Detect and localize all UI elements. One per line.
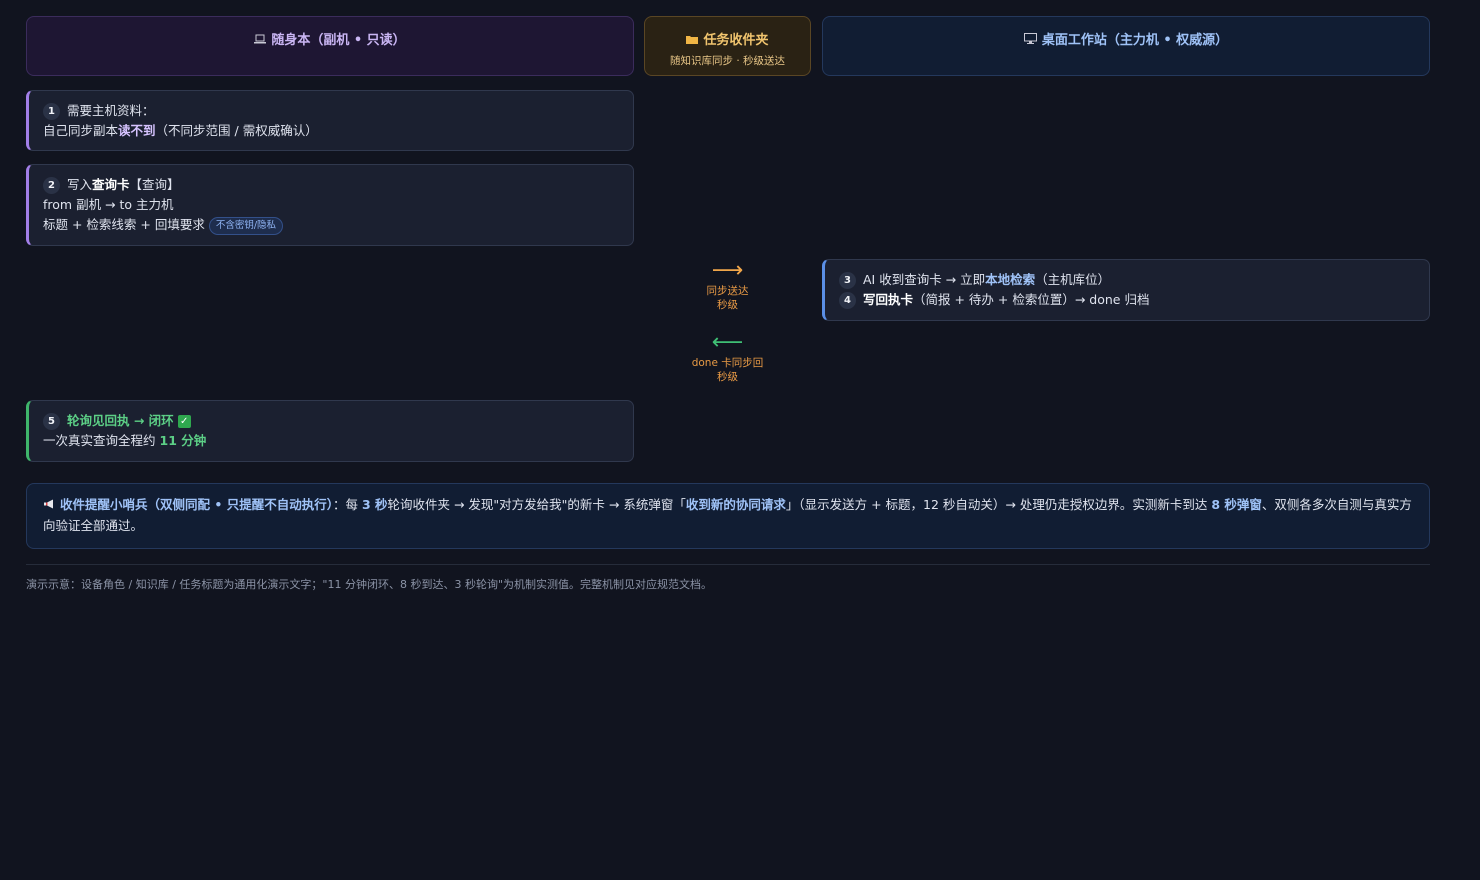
flow-return-label: done 卡同步回 bbox=[691, 357, 764, 369]
header-mobile-device: 随身本（副机 • 只读） bbox=[26, 16, 634, 76]
flow-send: ⟶ 同步送达 秒级 bbox=[644, 258, 811, 312]
flow-send-label: 同步送达 bbox=[706, 285, 749, 297]
banner-highlight: 3 秒 bbox=[361, 497, 388, 512]
step-3-text-post: （主机库位） bbox=[1035, 272, 1111, 287]
arrow-right-icon: ⟶ bbox=[711, 258, 744, 283]
banner-title: 收件提醒小哨兵（双侧同配 • 只提醒不自动执行） bbox=[60, 497, 333, 512]
step-5-title: 轮询见回执 → 闭环 bbox=[67, 413, 174, 428]
header-inbox-subtitle: 随知识库同步 · 秒级送达 bbox=[669, 55, 785, 67]
step-1-line1: 需要主机资料： bbox=[67, 103, 155, 118]
step-number: 1 bbox=[43, 103, 60, 120]
step-2-highlight: 查询卡 bbox=[92, 177, 130, 192]
step-5-highlight: 11 分钟 bbox=[159, 433, 207, 448]
check-icon: ✓ bbox=[177, 415, 191, 428]
megaphone-icon bbox=[43, 496, 55, 516]
footnote: 演示示意：设备角色 / 知识库 / 任务标题为通用化演示文字；"11 分钟闭环、… bbox=[26, 578, 712, 591]
step-5-text: 一次真实查询全程约 bbox=[43, 433, 156, 448]
banner-text: 轮询收件夹 → 发现"对方发给我"的新卡 → 系统弹窗「 bbox=[387, 497, 686, 512]
step-number: 4 bbox=[839, 292, 856, 309]
header-inbox-title: 任务收件夹 bbox=[703, 33, 769, 48]
step-1-highlight: 读不到 bbox=[118, 123, 156, 138]
flow-send-speed: 秒级 bbox=[717, 299, 738, 311]
step-3-text: AI 收到查询卡 → 立即 bbox=[863, 272, 986, 287]
laptop-icon bbox=[254, 34, 267, 47]
step-2-text: 写入 bbox=[67, 177, 93, 192]
monitor-icon bbox=[1023, 33, 1037, 47]
notifier-banner: 收件提醒小哨兵（双侧同配 • 只提醒不自动执行）：每 3 秒轮询收件夹 → 发现… bbox=[26, 483, 1430, 549]
step-2-line2: from 副机 → to 主力机 bbox=[43, 197, 174, 212]
step-3-4-card: 3 AI 收到查询卡 → 立即本地检索（主机库位） 4 写回执卡（简报 + 待办 +… bbox=[822, 259, 1430, 321]
folder-icon bbox=[686, 34, 699, 47]
divider bbox=[26, 564, 1430, 565]
step-4-text: （简报 + 待办 + 检索位置）→ done 归档 bbox=[913, 292, 1150, 307]
step-2-line3: 标题 + 检索线索 + 回填要求 bbox=[43, 217, 205, 232]
header-inbox-folder: 任务收件夹 随知识库同步 · 秒级送达 bbox=[644, 16, 811, 76]
step-5-card: 5 轮询见回执 → 闭环 ✓ 一次真实查询全程约 11 分钟 bbox=[26, 400, 634, 462]
flow-return-speed: 秒级 bbox=[717, 371, 738, 383]
header-desktop-title: 桌面工作站（主力机 • 权威源） bbox=[1041, 33, 1229, 48]
step-2-text-post: 【查询】 bbox=[129, 177, 180, 192]
step-2-card: 2 写入查询卡【查询】 from 副机 → to 主力机 标题 + 检索线索 + … bbox=[26, 164, 634, 246]
banner-highlight: 收到新的协同请求 bbox=[685, 497, 786, 512]
step-3-highlight: 本地检索 bbox=[985, 272, 1036, 287]
banner-highlight: 8 秒弹窗 bbox=[1211, 497, 1262, 512]
arrow-left-icon: ⟵ bbox=[711, 330, 744, 355]
banner-text: ：每 bbox=[332, 497, 358, 512]
step-number: 5 bbox=[43, 413, 60, 430]
header-desktop-workstation: 桌面工作站（主力机 • 权威源） bbox=[822, 16, 1430, 76]
step-number: 2 bbox=[43, 177, 60, 194]
step-1-text: 自己同步副本 bbox=[43, 123, 119, 138]
header-mobile-title: 随身本（副机 • 只读） bbox=[271, 33, 406, 48]
privacy-tag: 不含密钥/隐私 bbox=[208, 216, 284, 235]
step-number: 3 bbox=[839, 272, 856, 289]
step-1-card: 1 需要主机资料： 自己同步副本读不到（不同步范围 / 需权威确认） bbox=[26, 90, 634, 151]
flow-return: ⟵ done 卡同步回 秒级 bbox=[644, 330, 811, 384]
step-4-highlight: 写回执卡 bbox=[863, 292, 914, 307]
banner-text: 」（显示发送方 + 标题，12 秒自动关）→ 处理仍走授权边界。实测新卡到达 bbox=[785, 497, 1208, 512]
step-1-text-post: （不同步范围 / 需权威确认） bbox=[155, 123, 318, 138]
